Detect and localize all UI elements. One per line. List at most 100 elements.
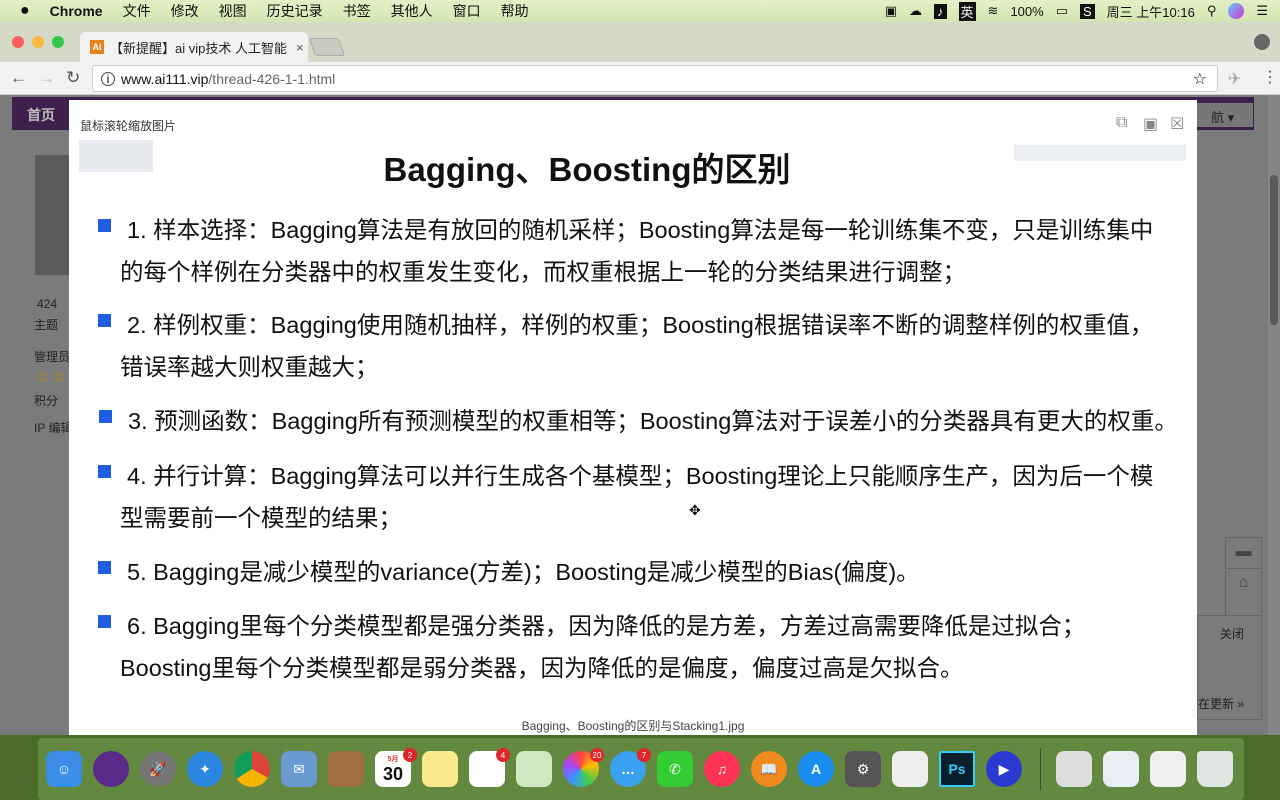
scrollbar-thumb[interactable] xyxy=(1270,175,1278,325)
search-icon[interactable]: ⚲ xyxy=(1207,3,1217,19)
menu-file[interactable]: 文件 xyxy=(123,1,151,21)
cloud-icon[interactable]: ☁ xyxy=(909,3,922,19)
photoshop-icon[interactable]: Ps xyxy=(939,751,975,787)
minimize-window-button[interactable] xyxy=(32,36,44,48)
fit-size-icon[interactable]: ▣ xyxy=(1143,114,1158,134)
forward-icon[interactable]: → xyxy=(38,68,55,88)
mail-icon[interactable]: ✉ xyxy=(281,751,317,787)
avatar[interactable] xyxy=(35,155,69,275)
points-label: 积分 xyxy=(34,394,59,408)
menu-app[interactable]: Chrome xyxy=(50,3,103,19)
siri-icon[interactable] xyxy=(1228,3,1245,19)
calendar-badge: 2 xyxy=(403,748,417,762)
move-cursor-icon: ✥ xyxy=(689,502,701,518)
system-preferences-icon[interactable]: ⚙ xyxy=(845,751,881,787)
contacts-icon[interactable] xyxy=(328,751,364,787)
menu-people[interactable]: 其他人 xyxy=(391,1,433,21)
back-icon[interactable]: ← xyxy=(10,68,27,88)
url-host: www.ai111.vip xyxy=(121,70,209,87)
item-4-line-2: 型需要前一个模型的结果； xyxy=(120,505,402,531)
video-app-icon[interactable]: ▶ xyxy=(986,751,1022,787)
info-icon[interactable]: i xyxy=(101,71,115,86)
ibooks-icon[interactable]: 📖 xyxy=(751,751,787,787)
extension-icon[interactable]: ✈ xyxy=(1228,69,1241,89)
comment-icon[interactable]: ▬ xyxy=(1226,538,1261,568)
maximize-window-button[interactable] xyxy=(52,36,64,48)
zip-file-icon[interactable] xyxy=(1056,751,1092,787)
browser-tab[interactable]: Ai 【新提醒】ai vip技术 人工智能 × xyxy=(80,32,308,62)
textedit-icon[interactable] xyxy=(892,751,928,787)
trash-icon[interactable] xyxy=(1197,751,1233,787)
maps-icon[interactable] xyxy=(516,751,552,787)
ime-indicator[interactable]: 英 xyxy=(958,1,976,21)
calendar-day: 30 xyxy=(382,763,404,784)
mic-icon[interactable]: ♪ xyxy=(934,3,947,19)
image-viewer-modal: 鼠标滚轮缩放图片 ⧉ ▣ ☒ Bagging、Boosting的区别 1. 样本… xyxy=(69,100,1197,735)
menu-view[interactable]: 视图 xyxy=(219,1,247,21)
wifi-icon[interactable]: ≋ xyxy=(988,3,999,19)
item-1-line-2: 的每个样例在分类器中的权重发生变化，而权重根据上一轮的分类结果进行调整； xyxy=(120,259,966,285)
tab-close-icon[interactable]: × xyxy=(296,40,304,55)
ip-edit-label: IP 编辑 xyxy=(34,421,73,435)
close-panel-button[interactable]: 关闭 xyxy=(1220,625,1244,642)
menu-help[interactable]: 帮助 xyxy=(501,1,529,21)
emoji-icon: ☺☺ xyxy=(34,368,67,385)
item-3-line-1: 3. 预测函数：Bagging所有预测模型的权重相等；Boosting算法对于误… xyxy=(128,408,1178,434)
safari-icon[interactable]: ✦ xyxy=(187,751,223,787)
folder-stack-icon[interactable] xyxy=(1103,751,1139,787)
slide-title: Bagging、Boosting的区别 xyxy=(383,151,791,188)
chrome-icon[interactable] xyxy=(234,751,270,787)
item-6-line-1: 6. Bagging里每个分类模型都是强分类器，因为降低的是方差，方差过高需要降… xyxy=(127,613,1086,639)
menu-window[interactable]: 窗口 xyxy=(453,1,481,21)
calendar-month: 5月 xyxy=(387,755,399,763)
menu-bookmarks[interactable]: 书签 xyxy=(343,1,371,21)
menu-history[interactable]: 历史记录 xyxy=(267,1,323,21)
itunes-icon[interactable]: ♫ xyxy=(704,751,740,787)
item-5-line-1: 5. Bagging是减少模型的variance(方差)；Boosting是减少… xyxy=(127,559,920,585)
nav-home[interactable]: 首页 xyxy=(27,105,55,125)
tab-title: 【新提醒】ai vip技术 人工智能 xyxy=(110,40,287,56)
open-external-icon[interactable]: ⧉ xyxy=(1116,114,1127,132)
favicon: Ai xyxy=(90,40,104,54)
photos-badge: 20 xyxy=(590,748,604,762)
bullet-icon xyxy=(99,410,112,423)
menu-edit[interactable]: 修改 xyxy=(171,1,199,21)
app-store-icon[interactable]: A xyxy=(798,751,834,787)
notification-center-icon[interactable]: ☰ xyxy=(1256,3,1268,19)
clock[interactable]: 周三 上午10:16 xyxy=(1107,2,1195,21)
bullet-icon xyxy=(98,561,111,574)
image-caption: Bagging、Boosting的区别与Stacking1.jpg xyxy=(521,719,745,733)
new-tab-button[interactable] xyxy=(308,38,346,56)
menu-bar: ● Chrome 文件 修改 视图 历史记录 书签 其他人 窗口 帮助 ▣ ☁ … xyxy=(0,0,1280,22)
dock-divider xyxy=(1040,748,1041,790)
notes-icon[interactable] xyxy=(422,751,458,787)
address-bar[interactable]: i www.ai111.vip/thread-426-1-1.html ☆ xyxy=(92,65,1218,92)
siri-icon[interactable] xyxy=(93,751,129,787)
item-2-line-2: 错误率越大则权重越大； xyxy=(120,354,379,380)
bullet-icon xyxy=(98,314,111,327)
zoom-hint: 鼠标滚轮缩放图片 xyxy=(80,119,177,133)
url-path: /thread-426-1-1.html xyxy=(208,70,336,87)
apple-icon[interactable]: ● xyxy=(20,2,30,20)
sogou-icon[interactable]: S xyxy=(1079,3,1095,19)
nav-dropdown[interactable]: 航 ▾ xyxy=(1197,103,1253,127)
profile-icon[interactable] xyxy=(1254,34,1270,50)
back-to-top-icon[interactable]: ⌂ xyxy=(1226,568,1261,598)
close-icon[interactable]: ☒ xyxy=(1170,114,1184,134)
reload-icon[interactable]: ↻ xyxy=(66,68,80,88)
battery-percent[interactable]: 100% xyxy=(1010,4,1043,19)
bookmark-star-icon[interactable]: ☆ xyxy=(1193,69,1207,89)
finder-icon[interactable]: ☺ xyxy=(46,751,82,787)
page-scrollbar[interactable] xyxy=(1268,95,1280,735)
chrome-menu-icon[interactable]: ⋮ xyxy=(1262,67,1278,87)
item-2-line-1: 2. 样例权重：Bagging使用随机抽样，样例的权重；Boosting根据错误… xyxy=(127,312,1154,338)
camera-icon[interactable]: ▣ xyxy=(885,3,897,19)
more-updates-link[interactable]: 在更新 » xyxy=(1198,695,1244,712)
close-window-button[interactable] xyxy=(12,36,24,48)
thread-count-label: 主题 xyxy=(34,318,59,332)
facetime-icon[interactable]: ✆ xyxy=(657,751,693,787)
launchpad-icon[interactable]: 🚀 xyxy=(140,751,176,787)
reminders-badge: 4 xyxy=(496,748,510,762)
battery-icon[interactable]: ▭ xyxy=(1056,3,1068,19)
downloads-stack-icon[interactable] xyxy=(1150,751,1186,787)
